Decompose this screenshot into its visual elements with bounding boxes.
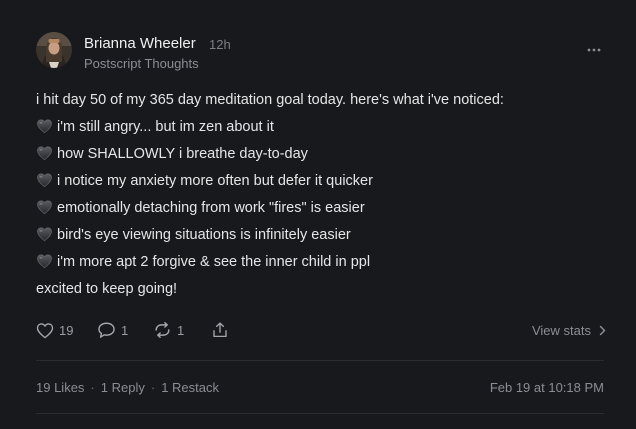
black-heart-icon <box>36 252 53 269</box>
observation-item: emotionally detaching from work "fires" … <box>36 195 616 222</box>
like-button[interactable]: 19 <box>36 318 73 342</box>
likes-summary[interactable]: 19 Likes <box>36 380 84 395</box>
observation-list: i'm still angry... but im zen about it ho… <box>36 114 616 276</box>
author-avatar[interactable] <box>36 32 72 68</box>
ellipsis-icon <box>587 48 601 52</box>
replies-summary[interactable]: 1 Reply <box>101 380 145 395</box>
reply-button[interactable]: 1 <box>97 318 128 342</box>
meta-separator: · <box>150 380 156 395</box>
share-icon <box>213 322 227 338</box>
publication-name[interactable]: Postscript Thoughts <box>84 56 199 71</box>
post-body: i hit day 50 of my 365 day meditation go… <box>36 87 616 303</box>
observation-item: i'm more apt 2 forgive & see the inner c… <box>36 249 616 276</box>
divider-bottom <box>36 413 604 414</box>
observation-item: bird's eye viewing situations is infinit… <box>36 222 616 249</box>
observation-item: i'm still angry... but im zen about it <box>36 114 616 141</box>
comment-icon <box>98 322 115 338</box>
post-intro: i hit day 50 of my 365 day meditation go… <box>36 92 504 108</box>
black-heart-icon <box>36 171 53 188</box>
post-date: Feb 19 at 10:18 PM <box>489 380 604 395</box>
engagement-summary: 19 Likes · 1 Reply · 1 Restack Feb 19 at 10:… <box>36 380 604 395</box>
observation-text: i'm more apt 2 forgive & see the inner c… <box>57 254 371 270</box>
observation-item: how SHALLOWLY i breathe day-to-day <box>36 141 616 168</box>
restack-button[interactable]: 1 <box>153 318 184 342</box>
post-outro: excited to keep going! <box>36 281 178 297</box>
reply-count: 1 <box>121 322 129 338</box>
avatar-image <box>36 32 72 68</box>
observation-text: i notice my anxiety more often but defer… <box>57 173 373 189</box>
author-name[interactable]: Brianna Wheeler <box>84 35 196 52</box>
post-timestamp[interactable]: 12h <box>209 37 231 52</box>
observation-text: i'm still angry... but im zen about it <box>57 119 274 135</box>
meta-separator: · <box>90 380 95 395</box>
observation-item: i notice my anxiety more often but defer… <box>36 168 616 195</box>
more-options-button[interactable] <box>584 43 604 55</box>
observation-text: bird's eye viewing situations is infinit… <box>57 227 351 243</box>
black-heart-icon <box>36 117 53 134</box>
black-heart-icon <box>36 225 53 242</box>
heart-outline-icon <box>36 322 54 338</box>
black-heart-icon <box>36 144 53 161</box>
observation-text: how SHALLOWLY i breathe day-to-day <box>57 146 308 162</box>
observation-text: emotionally detaching from work "fires" … <box>57 200 365 216</box>
restacks-summary[interactable]: 1 Restack <box>161 380 219 395</box>
post-card: Brianna Wheeler 12h Postscript Thoughts … <box>0 0 636 429</box>
view-stats-link[interactable]: View stats <box>532 318 606 342</box>
action-bar: 19 1 1 View stats <box>36 318 606 342</box>
restack-count: 1 <box>177 322 185 338</box>
chevron-right-icon <box>599 325 606 335</box>
restack-icon <box>155 322 170 338</box>
view-stats-label: View stats <box>531 322 591 338</box>
like-count: 19 <box>59 322 74 338</box>
divider-top <box>36 360 604 361</box>
share-button[interactable] <box>211 318 229 342</box>
black-heart-icon <box>36 198 53 215</box>
